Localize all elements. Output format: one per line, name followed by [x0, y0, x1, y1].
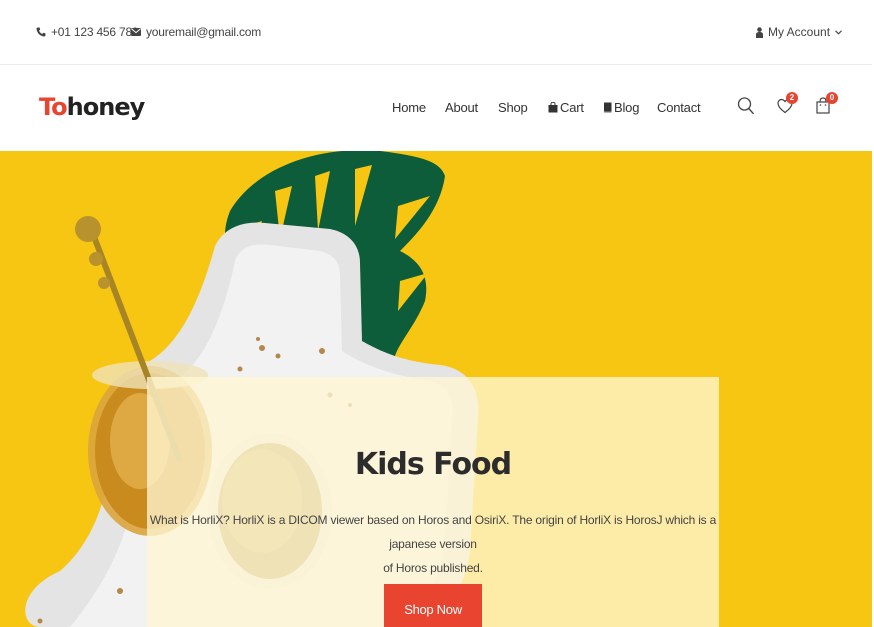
my-account-label: My Account — [768, 25, 831, 39]
wishlist-count-badge: 2 — [786, 92, 798, 104]
logo-text: honey — [66, 93, 146, 121]
slide-title: Kids Food — [354, 447, 512, 482]
my-account-dropdown[interactable]: My Account — [756, 25, 842, 39]
nav-contact[interactable]: Contact — [657, 100, 701, 115]
phone-icon — [36, 27, 46, 37]
nav-cart-label: Cart — [560, 100, 584, 115]
email-contact[interactable]: youremail@gmail.com — [131, 25, 261, 39]
main-header: Tohoney Home About Shop Cart Blog Contac… — [0, 66, 872, 151]
cart-count-badge: 0 — [826, 92, 838, 104]
email-address: youremail@gmail.com — [146, 25, 262, 39]
slide-description: What is HorliX? HorliX is a DICOM viewer… — [147, 508, 719, 580]
nav-blog-label: Blog — [614, 100, 640, 115]
nav-home[interactable]: Home — [392, 100, 426, 115]
user-icon — [756, 26, 763, 38]
hero-slider: Kids Food What is HorliX? HorliX is a DI… — [0, 151, 872, 627]
slide-description-line-2: of Horos published. — [383, 561, 483, 575]
logo-accent: To — [39, 93, 68, 121]
phone-contact[interactable]: +01 123 456 789 — [36, 25, 139, 39]
envelope-icon — [131, 28, 141, 36]
search-icon — [737, 97, 755, 115]
nav-about[interactable]: About — [445, 100, 478, 115]
top-bar: +01 123 456 789 youremail@gmail.com My A… — [0, 0, 874, 65]
nav-blog[interactable]: Blog — [603, 100, 639, 115]
phone-number: +01 123 456 789 — [51, 25, 139, 39]
bag-icon — [548, 102, 558, 113]
nav-shop[interactable]: Shop — [498, 100, 528, 115]
search-button[interactable] — [737, 96, 757, 118]
chevron-down-icon — [835, 29, 842, 35]
cart-button[interactable]: 0 — [816, 92, 838, 118]
slide-content-card: Kids Food What is HorliX? HorliX is a DI… — [147, 377, 719, 627]
nav-cart[interactable]: Cart — [548, 100, 584, 115]
shop-now-button[interactable]: Shop Now — [384, 584, 482, 627]
book-icon — [604, 102, 612, 113]
site-logo[interactable]: Tohoney — [39, 93, 146, 121]
slide-description-line-1: What is HorliX? HorliX is a DICOM viewer… — [149, 513, 717, 551]
wishlist-button[interactable]: 2 — [777, 92, 798, 118]
